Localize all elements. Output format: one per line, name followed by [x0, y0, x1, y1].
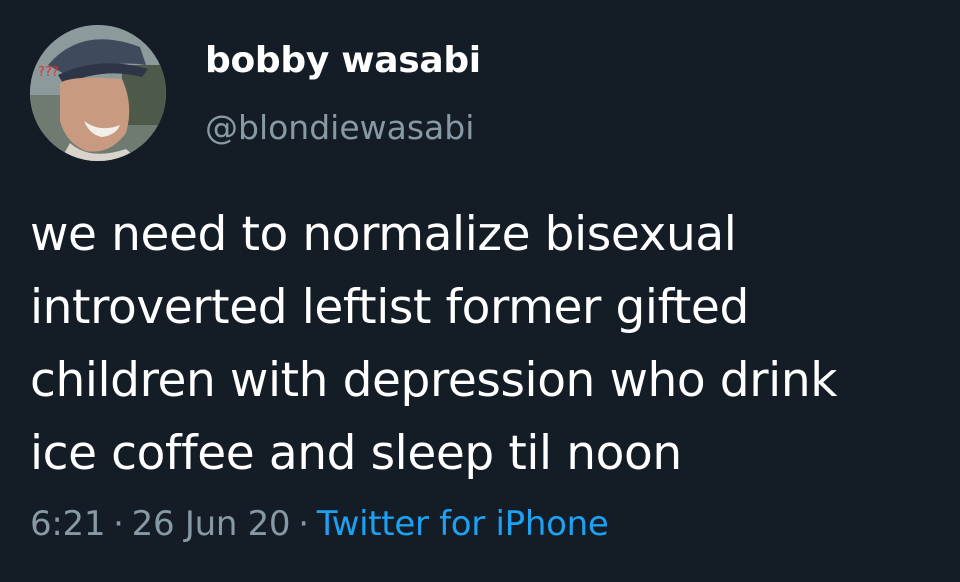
- tweet-text: we need to normalize bisexual introverte…: [30, 198, 950, 490]
- tweet-time[interactable]: 6:21: [30, 504, 105, 544]
- meta-separator: ·: [113, 504, 124, 544]
- tweet-source-link[interactable]: Twitter for iPhone: [317, 504, 609, 544]
- tweet-text-line: ice coffee and sleep til noon: [30, 426, 682, 481]
- tweet-date[interactable]: 26 Jun 20: [132, 504, 291, 544]
- tweet-card: ??? bobby wasabi @blondiewasabi we need …: [0, 0, 960, 582]
- avatar-photo: [30, 25, 166, 161]
- avatar-caption: ???: [38, 65, 59, 80]
- tweet-text-line: we need to normalize bisexual: [30, 207, 737, 262]
- user-handle[interactable]: @blondiewasabi: [205, 108, 474, 147]
- tweet-text-line: children with depression who drink: [30, 353, 838, 408]
- tweet-text-line: introverted leftist former gifted: [30, 280, 749, 335]
- tweet-meta: 6:21 · 26 Jun 20 · Twitter for iPhone: [30, 504, 609, 544]
- avatar[interactable]: ???: [30, 25, 166, 161]
- display-name[interactable]: bobby wasabi: [205, 40, 481, 81]
- meta-separator: ·: [298, 504, 309, 544]
